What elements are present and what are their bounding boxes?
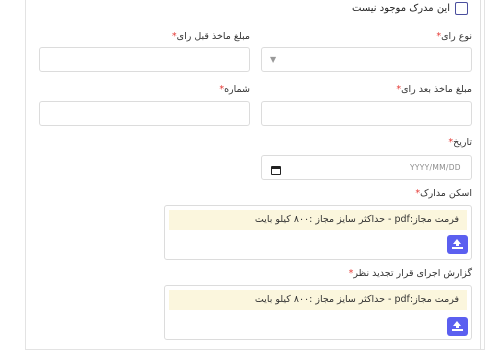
amount-after-label: مبلغ ماخذ بعد رای* (396, 84, 472, 95)
report-format-notice: فرمت مجاز:pdf - حداکثر سایز مجاز :۸۰۰ کی… (169, 290, 467, 310)
number-input[interactable] (39, 101, 250, 126)
scan-label: اسکن مدارک* (415, 188, 472, 199)
vote-type-label: نوع رای* (436, 31, 472, 42)
amount-after-input[interactable] (261, 101, 472, 126)
date-label: تاریخ* (448, 137, 472, 148)
number-label: شماره* (219, 84, 250, 95)
vote-type-select[interactable]: ▼ (261, 47, 472, 72)
document-missing-label: این مدرک موجود نیست (352, 2, 450, 14)
chevron-down-icon: ▼ (270, 55, 277, 64)
amount-before-label: مبلغ ماخذ قبل رای* (171, 31, 250, 42)
scrollbar-edge (480, 0, 481, 350)
report-upload-box[interactable]: فرمت مجاز:pdf - حداکثر سایز مجاز :۸۰۰ کی… (164, 285, 472, 340)
report-label: گزارش اجرای قرار تجدید نظر* (348, 268, 472, 279)
document-missing-checkbox[interactable] (455, 1, 468, 15)
date-input[interactable]: YYYY/MM/DD (261, 155, 472, 180)
scan-upload-box[interactable]: فرمت مجاز:pdf - حداکثر سایز مجاز :۸۰۰ کی… (164, 205, 472, 260)
upload-icon[interactable] (447, 317, 468, 336)
document-missing-row[interactable]: این مدرک موجود نیست (352, 0, 468, 16)
upload-icon[interactable] (447, 235, 468, 254)
scan-format-notice: فرمت مجاز:pdf - حداکثر سایز مجاز :۸۰۰ کی… (169, 210, 467, 230)
date-placeholder: YYYY/MM/DD (410, 163, 461, 172)
amount-before-input[interactable] (39, 47, 250, 72)
calendar-icon[interactable] (271, 166, 281, 175)
